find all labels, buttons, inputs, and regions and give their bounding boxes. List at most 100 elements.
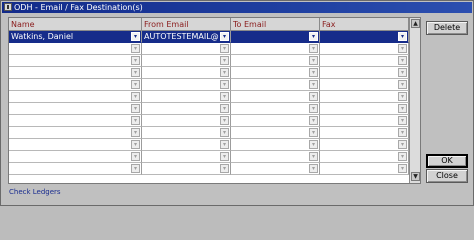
to-email-cell[interactable]: ▾ [231,127,320,139]
list-of-values-icon[interactable]: ▾ [131,128,140,137]
list-of-values-icon[interactable]: ▾ [131,116,140,125]
name-cell[interactable]: ▾ [9,139,142,151]
to-email-cell[interactable]: ▾ [231,67,320,79]
fax-cell[interactable]: ▾ [320,127,409,139]
table-row[interactable]: ▾ ▾ ▾ ▾ [9,127,409,139]
name-cell[interactable]: Watkins, Daniel ▾ [9,31,142,43]
fax-cell[interactable]: ▾ [320,67,409,79]
from-email-cell[interactable]: ▾ [142,151,231,163]
from-email-cell[interactable]: ▾ [142,43,231,55]
from-email-cell[interactable]: ▾ [142,55,231,67]
list-of-values-icon[interactable]: ▾ [131,80,140,89]
list-of-values-icon[interactable]: ▾ [131,44,140,53]
from-email-cell[interactable]: ▾ [142,103,231,115]
to-email-cell[interactable]: ▾ [231,163,320,175]
name-cell[interactable]: ▾ [9,79,142,91]
fax-cell[interactable]: ▾ [320,79,409,91]
list-of-values-icon[interactable]: ▾ [220,80,229,89]
name-cell[interactable]: ▾ [9,103,142,115]
list-of-values-icon[interactable]: ▾ [398,164,407,173]
check-ledgers-link[interactable]: Check Ledgers [9,188,61,196]
list-of-values-icon[interactable]: ▾ [131,164,140,173]
list-of-values-icon[interactable]: ▾ [131,56,140,65]
to-email-cell[interactable]: ▾ [231,55,320,67]
from-email-cell[interactable]: ▾ [142,91,231,103]
fax-cell[interactable]: ▾ [320,115,409,127]
list-of-values-icon[interactable]: ▾ [309,140,318,149]
table-row[interactable]: ▾ ▾ ▾ ▾ [9,79,409,91]
list-of-values-icon[interactable]: ▾ [398,56,407,65]
table-row[interactable]: Watkins, Daniel▾AUTOTESTEMAIL@MIC▾▾▾ [9,31,409,43]
name-cell[interactable]: ▾ [9,43,142,55]
list-of-values-icon[interactable]: ▾ [220,56,229,65]
name-cell[interactable]: ▾ [9,163,142,175]
list-of-values-icon[interactable]: ▾ [309,32,318,41]
list-of-values-icon[interactable]: ▾ [220,128,229,137]
table-row[interactable]: ▾ ▾ ▾ ▾ [9,115,409,127]
delete-button[interactable]: Delete [426,21,468,35]
fax-cell[interactable]: ▾ [320,163,409,175]
fax-cell[interactable]: ▾ [320,43,409,55]
list-of-values-icon[interactable]: ▾ [398,68,407,77]
list-of-values-icon[interactable]: ▾ [398,116,407,125]
fax-cell[interactable]: ▾ [320,139,409,151]
name-cell[interactable]: ▾ [9,127,142,139]
table-row[interactable]: ▾ ▾ ▾ ▾ [9,151,409,163]
name-cell[interactable]: ▾ [9,91,142,103]
to-email-cell[interactable]: ▾ [231,43,320,55]
ok-button[interactable]: OK [426,154,468,168]
name-cell[interactable]: ▾ [9,115,142,127]
name-cell[interactable]: ▾ [9,67,142,79]
table-row[interactable]: ▾ ▾ ▾ ▾ [9,43,409,55]
name-cell[interactable]: ▾ [9,151,142,163]
name-cell[interactable]: ▾ [9,55,142,67]
list-of-values-icon[interactable]: ▾ [309,164,318,173]
list-of-values-icon[interactable]: ▾ [398,128,407,137]
table-row[interactable]: ▾ ▾ ▾ ▾ [9,67,409,79]
list-of-values-icon[interactable]: ▾ [309,68,318,77]
list-of-values-icon[interactable]: ▾ [309,80,318,89]
to-email-cell[interactable]: ▾ [231,79,320,91]
fax-cell[interactable]: ▾ [320,31,409,43]
from-email-cell[interactable]: ▾ [142,127,231,139]
to-email-cell[interactable]: ▾ [231,31,320,43]
from-email-cell[interactable]: ▾ [142,115,231,127]
list-of-values-icon[interactable]: ▾ [398,80,407,89]
list-of-values-icon[interactable]: ▾ [131,68,140,77]
table-row[interactable]: ▾ ▾ ▾ ▾ [9,163,409,175]
fax-cell[interactable]: ▾ [320,103,409,115]
table-row[interactable]: ▾ ▾ ▾ ▾ [9,139,409,151]
list-of-values-icon[interactable]: ▾ [220,44,229,53]
from-email-cell[interactable]: AUTOTESTEMAIL@MIC▾ [142,31,231,43]
from-email-cell[interactable]: ▾ [142,139,231,151]
list-of-values-icon[interactable]: ▾ [131,104,140,113]
fax-cell[interactable]: ▾ [320,91,409,103]
fax-cell[interactable]: ▾ [320,151,409,163]
to-email-cell[interactable]: ▾ [231,91,320,103]
list-of-values-icon[interactable]: ▾ [220,164,229,173]
from-email-cell[interactable]: ▾ [142,79,231,91]
from-email-cell[interactable]: ▾ [142,67,231,79]
to-email-cell[interactable]: ▾ [231,115,320,127]
list-of-values-icon[interactable]: ▾ [220,152,229,161]
list-of-values-icon[interactable]: ▾ [131,140,140,149]
close-button[interactable]: Close [426,169,468,183]
list-of-values-icon[interactable]: ▾ [220,116,229,125]
list-of-values-icon[interactable]: ▾ [131,32,140,41]
list-of-values-icon[interactable]: ▾ [398,32,407,41]
list-of-values-icon[interactable]: ▾ [309,92,318,101]
list-of-values-icon[interactable]: ▾ [220,92,229,101]
list-of-values-icon[interactable]: ▾ [309,56,318,65]
list-of-values-icon[interactable]: ▾ [309,104,318,113]
scroll-down-icon[interactable]: ▼ [411,172,420,181]
to-email-cell[interactable]: ▾ [231,151,320,163]
list-of-values-icon[interactable]: ▾ [220,140,229,149]
grid-vertical-scrollbar[interactable]: ▲ ▼ [409,18,420,183]
table-row[interactable]: ▾ ▾ ▾ ▾ [9,103,409,115]
fax-cell[interactable]: ▾ [320,55,409,67]
list-of-values-icon[interactable]: ▾ [398,104,407,113]
list-of-values-icon[interactable]: ▾ [309,116,318,125]
list-of-values-icon[interactable]: ▾ [131,92,140,101]
list-of-values-icon[interactable]: ▾ [398,92,407,101]
list-of-values-icon[interactable]: ▾ [131,152,140,161]
